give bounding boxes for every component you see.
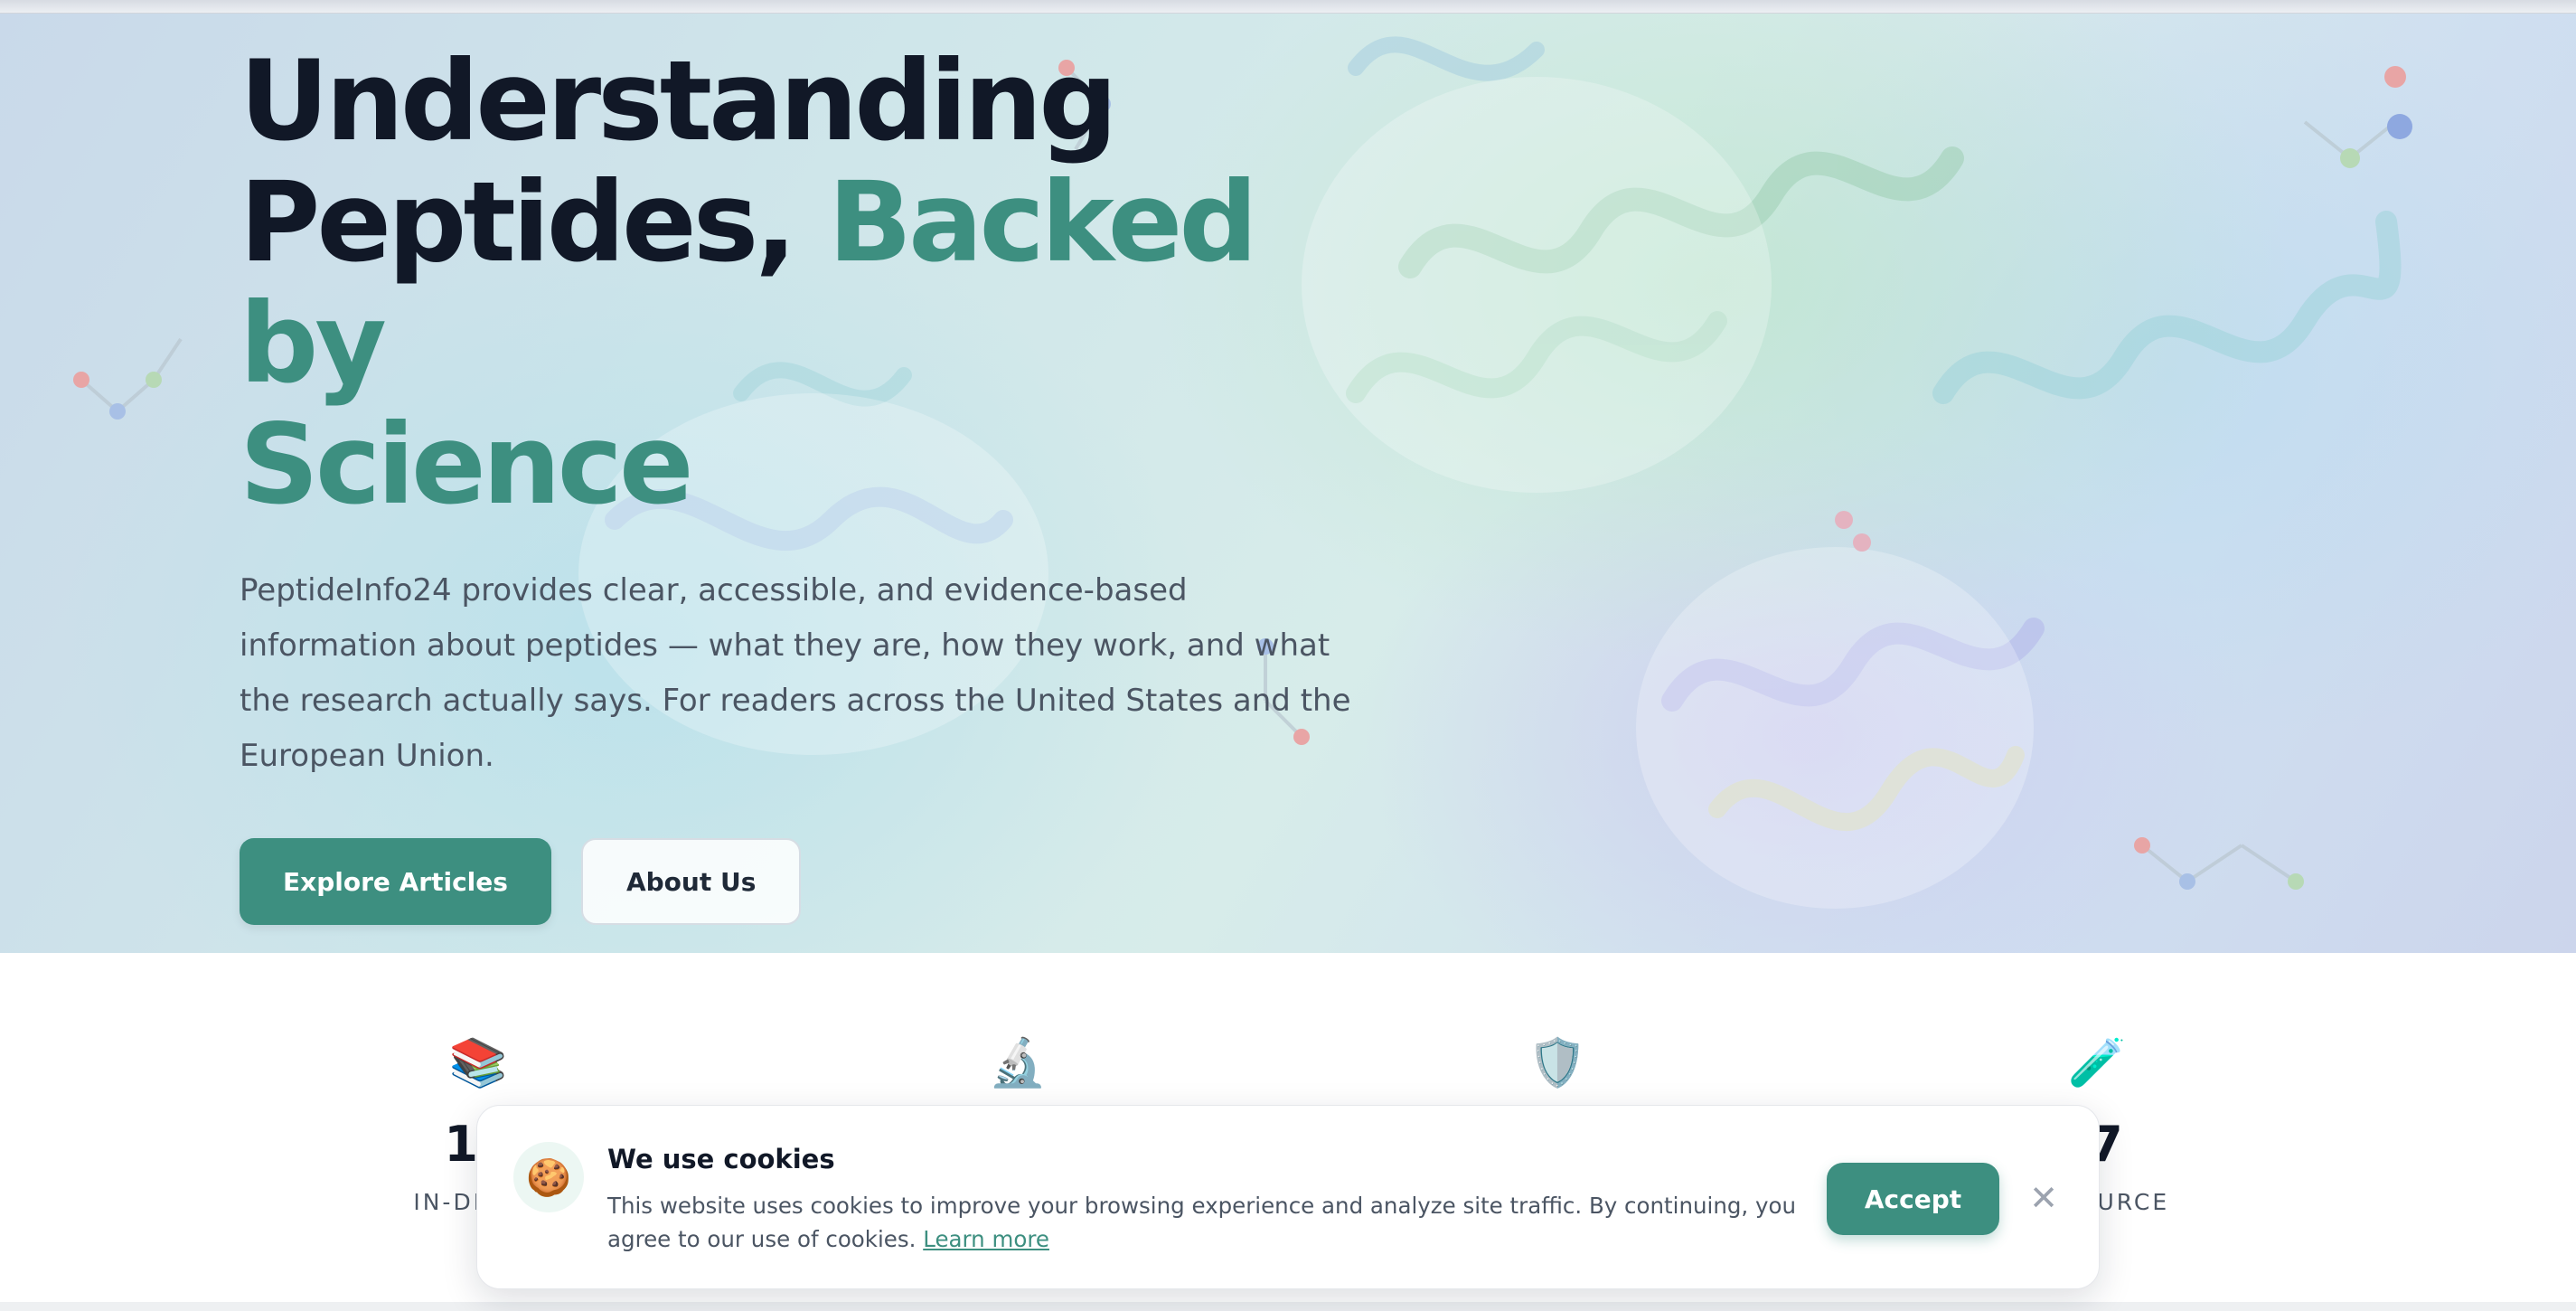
cookie-text: This website uses cookies to improve you… <box>607 1189 1819 1256</box>
page-bottom-edge <box>0 1302 2576 1311</box>
stat-trust: 🛡️ <box>1286 1034 1829 1092</box>
test-tube-icon: 🧪 <box>2067 1036 2127 1090</box>
stat-research: 🔬 <box>747 1034 1289 1092</box>
hero-title-line2: Peptides, <box>240 158 797 287</box>
hero-content: Understanding Peptides, Backed by Scienc… <box>240 41 1415 925</box>
hero-section: Understanding Peptides, Backed by Scienc… <box>0 14 2576 953</box>
close-icon[interactable]: ✕ <box>2026 1180 2062 1216</box>
microscope-icon: 🔬 <box>988 1036 1048 1090</box>
browser-top-edge <box>0 0 2576 14</box>
hero-actions: Explore Articles About Us <box>240 838 1415 925</box>
hero-title-accent-science: Science <box>240 401 694 529</box>
cookie-banner: 🍪 We use cookies This website uses cooki… <box>476 1105 2100 1289</box>
hero-title: Understanding Peptides, Backed by Scienc… <box>240 41 1415 525</box>
cookie-message: This website uses cookies to improve you… <box>607 1193 1796 1252</box>
explore-articles-button[interactable]: Explore Articles <box>240 838 551 925</box>
hero-title-line1: Understanding <box>240 37 1118 165</box>
about-us-button[interactable]: About Us <box>580 838 802 925</box>
cookie-title: We use cookies <box>607 1144 835 1174</box>
accept-cookies-button[interactable]: Accept <box>1827 1163 1999 1235</box>
shield-icon: 🛡️ <box>1528 1036 1587 1090</box>
cookie-icon: 🍪 <box>513 1142 584 1212</box>
hero-description: PeptideInfo24 provides clear, accessible… <box>240 572 1351 774</box>
learn-more-link[interactable]: Learn more <box>923 1226 1049 1252</box>
books-icon: 📚 <box>448 1036 508 1090</box>
